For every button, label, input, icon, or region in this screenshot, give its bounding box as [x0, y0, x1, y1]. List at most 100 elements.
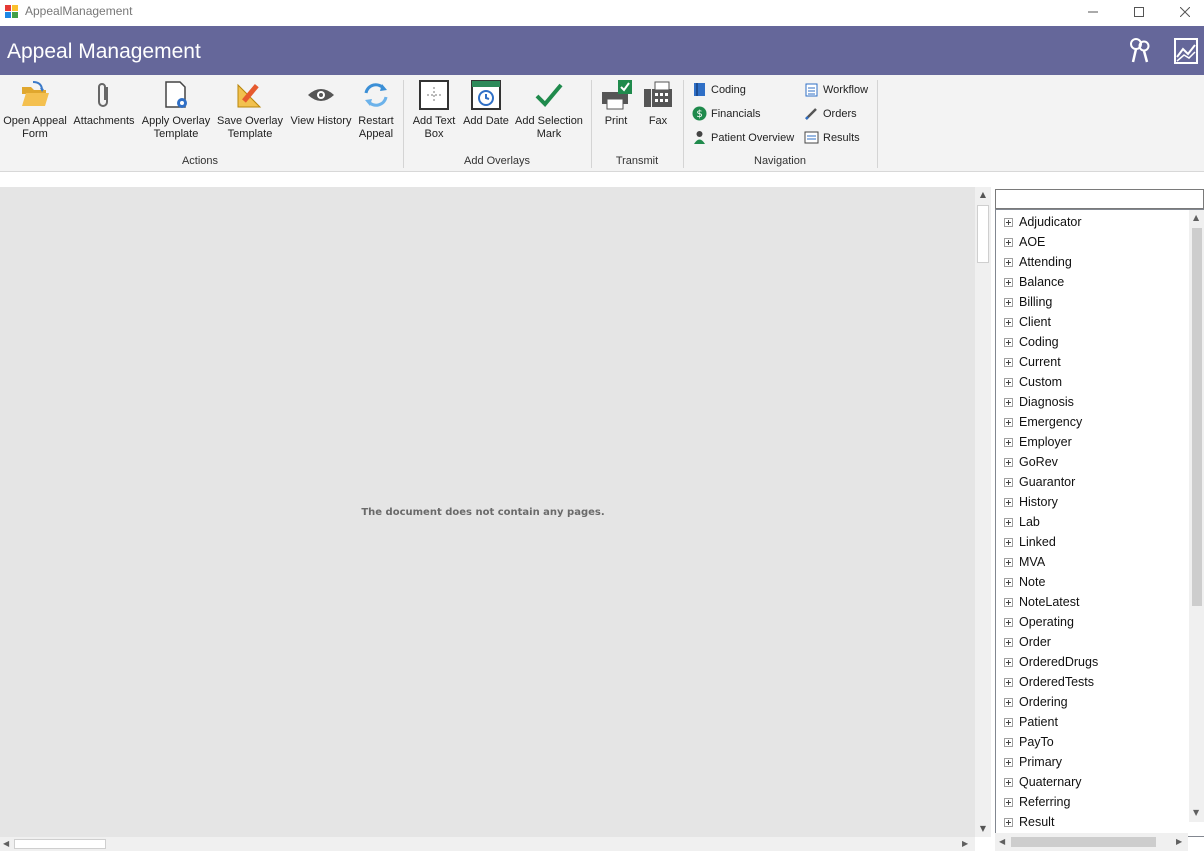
tree-node[interactable]: Balance: [1004, 272, 1064, 292]
nav-financials-button[interactable]: $ Financials: [692, 106, 761, 121]
viewer-vertical-scrollbar[interactable]: ▲ ▼: [975, 187, 991, 837]
fax-button[interactable]: Fax: [638, 79, 678, 128]
tree-node[interactable]: Current: [1004, 352, 1061, 372]
tree-node[interactable]: OrderedDrugs: [1004, 652, 1098, 672]
tree-node[interactable]: Note: [1004, 572, 1045, 592]
tree-node[interactable]: NoteLatest: [1004, 592, 1079, 612]
tree-node[interactable]: Operating: [1004, 612, 1074, 632]
add-date-button[interactable]: Add Date: [461, 79, 511, 128]
tree-node[interactable]: Billing: [1004, 292, 1052, 312]
expand-icon[interactable]: [1004, 817, 1013, 827]
tree-horizontal-scrollbar[interactable]: ◀ ▶: [995, 833, 1188, 851]
nav-workflow-button[interactable]: Workflow: [804, 82, 868, 97]
expand-icon[interactable]: [1004, 537, 1013, 547]
tree-vertical-scrollbar[interactable]: ▲ ▼: [1189, 210, 1204, 822]
expand-icon[interactable]: [1004, 357, 1013, 367]
tree-node[interactable]: Patient: [1004, 712, 1058, 732]
expand-icon[interactable]: [1004, 737, 1013, 747]
expand-icon[interactable]: [1004, 757, 1013, 767]
tree-node[interactable]: Diagnosis: [1004, 392, 1074, 412]
expand-icon[interactable]: [1004, 517, 1013, 527]
tree-node[interactable]: Attending: [1004, 252, 1072, 272]
scroll-thumb[interactable]: [14, 839, 106, 849]
nav-orders-button[interactable]: Orders: [804, 106, 857, 121]
expand-icon[interactable]: [1004, 797, 1013, 807]
tree-node[interactable]: Quaternary: [1004, 772, 1082, 792]
tree-node[interactable]: Order: [1004, 632, 1051, 652]
tree-node[interactable]: Employer: [1004, 432, 1072, 452]
chart-icon[interactable]: [1173, 37, 1199, 65]
scroll-thumb[interactable]: [1011, 837, 1156, 847]
expand-icon[interactable]: [1004, 577, 1013, 587]
attachments-button[interactable]: Attachments: [70, 79, 138, 128]
print-button[interactable]: Print: [596, 79, 636, 128]
add-text-box-button[interactable]: Add Text Box: [408, 79, 460, 141]
expand-icon[interactable]: [1004, 437, 1013, 447]
apply-overlay-template-button[interactable]: Apply Overlay Template: [140, 79, 212, 141]
tree-node[interactable]: Custom: [1004, 372, 1062, 392]
restart-appeal-button[interactable]: Restart Appeal: [354, 79, 398, 141]
expand-icon[interactable]: [1004, 237, 1013, 247]
tree-node[interactable]: AOE: [1004, 232, 1045, 252]
tree-node[interactable]: Adjudicator: [1004, 212, 1082, 232]
scroll-down-icon[interactable]: ▼: [1193, 808, 1199, 817]
expand-icon[interactable]: [1004, 637, 1013, 647]
document-viewer[interactable]: The document does not contain any pages.: [0, 187, 975, 837]
expand-icon[interactable]: [1004, 717, 1013, 727]
viewer-horizontal-scrollbar[interactable]: ◀ ▶: [0, 837, 975, 851]
tree-node[interactable]: MVA: [1004, 552, 1045, 572]
tree-node[interactable]: Coding: [1004, 332, 1059, 352]
expand-icon[interactable]: [1004, 557, 1013, 567]
tree-node[interactable]: Referring: [1004, 792, 1070, 812]
scroll-down-icon[interactable]: ▼: [975, 821, 991, 837]
add-selection-mark-button[interactable]: Add Selection Mark: [513, 79, 585, 141]
scroll-up-icon[interactable]: ▲: [975, 187, 991, 203]
scroll-thumb[interactable]: [1192, 228, 1202, 606]
expand-icon[interactable]: [1004, 497, 1013, 507]
expand-icon[interactable]: [1004, 617, 1013, 627]
expand-icon[interactable]: [1004, 477, 1013, 487]
tree-node[interactable]: History: [1004, 492, 1058, 512]
keys-icon[interactable]: [1127, 37, 1153, 65]
view-history-button[interactable]: View History: [288, 79, 354, 128]
maximize-button[interactable]: [1116, 0, 1162, 24]
tree-node[interactable]: GoRev: [1004, 452, 1058, 472]
scroll-right-icon[interactable]: ▶: [962, 839, 968, 848]
expand-icon[interactable]: [1004, 217, 1013, 227]
expand-icon[interactable]: [1004, 457, 1013, 467]
expand-icon[interactable]: [1004, 257, 1013, 267]
tree-node[interactable]: Client: [1004, 312, 1051, 332]
expand-icon[interactable]: [1004, 417, 1013, 427]
tree-node[interactable]: Lab: [1004, 512, 1040, 532]
close-button[interactable]: [1162, 0, 1204, 24]
tree-node[interactable]: Linked: [1004, 532, 1056, 552]
expand-icon[interactable]: [1004, 337, 1013, 347]
tree-node[interactable]: Result: [1004, 812, 1054, 832]
tree-node[interactable]: Ordering: [1004, 692, 1068, 712]
nav-patient-overview-button[interactable]: Patient Overview: [692, 130, 794, 145]
field-tree[interactable]: ▲ ▼ Adjudicator AOE Attending Balance Billin…: [995, 209, 1204, 837]
expand-icon[interactable]: [1004, 657, 1013, 667]
tree-node[interactable]: Primary: [1004, 752, 1062, 772]
expand-icon[interactable]: [1004, 297, 1013, 307]
tree-node[interactable]: OrderedTests: [1004, 672, 1094, 692]
scroll-thumb[interactable]: [977, 205, 989, 263]
scroll-up-icon[interactable]: ▲: [1193, 213, 1199, 222]
expand-icon[interactable]: [1004, 397, 1013, 407]
expand-icon[interactable]: [1004, 277, 1013, 287]
expand-icon[interactable]: [1004, 677, 1013, 687]
field-search-input[interactable]: [995, 189, 1204, 209]
scroll-right-icon[interactable]: ▶: [1176, 837, 1182, 846]
expand-icon[interactable]: [1004, 317, 1013, 327]
expand-icon[interactable]: [1004, 697, 1013, 707]
nav-results-button[interactable]: Results: [804, 130, 860, 145]
expand-icon[interactable]: [1004, 377, 1013, 387]
save-overlay-template-button[interactable]: Save Overlay Template: [214, 79, 286, 141]
tree-node[interactable]: Guarantor: [1004, 472, 1075, 492]
tree-node[interactable]: Emergency: [1004, 412, 1082, 432]
minimize-button[interactable]: [1070, 0, 1116, 24]
expand-icon[interactable]: [1004, 777, 1013, 787]
scroll-left-icon[interactable]: ◀: [3, 839, 9, 848]
open-appeal-form-button[interactable]: Open Appeal Form: [0, 79, 70, 141]
expand-icon[interactable]: [1004, 597, 1013, 607]
